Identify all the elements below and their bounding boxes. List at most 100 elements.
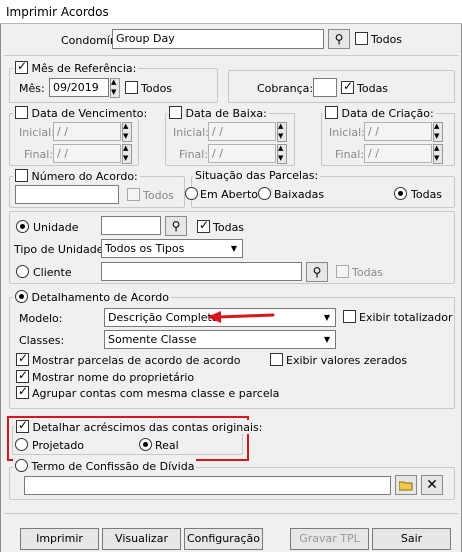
agrupar-checkbox[interactable] — [16, 384, 29, 399]
classes-value: Somente Classe — [108, 333, 197, 346]
numero-acordo-todos-checkbox[interactable] — [127, 188, 140, 201]
baixa-inicial-input[interactable]: / / — [208, 122, 276, 141]
criacao-final-input[interactable]: / / — [364, 144, 432, 163]
projetado-radio[interactable] — [15, 438, 28, 451]
gravar-tpl-button[interactable]: Gravar TPL — [290, 528, 369, 550]
baixa-checkbox[interactable] — [169, 106, 182, 119]
condominio-todos-label: Todos — [371, 33, 403, 46]
unidade-binoculars-icon[interactable]: ⚲ — [165, 216, 187, 236]
criacao-legend: Data de Criação: — [323, 106, 436, 120]
mes-input[interactable]: 09/2019 — [49, 78, 109, 97]
mes-todos-checkbox[interactable] — [125, 81, 138, 94]
real-radio[interactable] — [139, 438, 152, 451]
situacao-em-aberto-label: Em Aberto — [200, 188, 259, 201]
vencimento-final-input[interactable]: / / — [53, 144, 121, 163]
numero-acordo-input[interactable] — [15, 185, 119, 204]
cliente-todas-checkbox[interactable] — [336, 265, 349, 278]
mes-todos-label: Todos — [141, 82, 173, 95]
situacao-baixadas-label: Baixadas — [274, 188, 325, 201]
mostrar-parcelas-checkbox[interactable] — [16, 351, 29, 366]
exibir-zerados-checkbox[interactable] — [270, 353, 283, 366]
cliente-input[interactable] — [101, 262, 302, 281]
detalhamento-label: Detalhamento de Acordo — [31, 291, 169, 304]
real-label: Real — [155, 439, 179, 452]
baixa-label: Data de Baixa: — [185, 107, 267, 120]
vencimento-legend: Data de Vencimento: — [13, 106, 150, 120]
mes-referencia-label: Mês de Referência: — [31, 62, 137, 75]
criacao-inicial-label: Inicial: — [329, 126, 365, 139]
detalhamento-radio[interactable] — [15, 290, 28, 303]
mostrar-nome-label: Mostrar nome do proprietário — [32, 371, 195, 384]
termo-path-input[interactable] — [24, 476, 391, 495]
termo-legend: Termo de Confissão de Dívida — [13, 459, 197, 473]
unidade-input[interactable] — [101, 216, 161, 235]
window-title: Imprimir Acordos — [6, 5, 109, 19]
numero-acordo-todos-label: Todos — [143, 189, 175, 202]
situacao-baixadas-radio[interactable] — [258, 187, 271, 200]
baixa-inicial-spinner[interactable] — [277, 122, 287, 142]
mes-referencia-legend: Mês de Referência: — [13, 59, 139, 75]
baixa-inicial-label: Inicial: — [173, 126, 209, 139]
folder-icon[interactable] — [395, 475, 417, 495]
cliente-binoculars-icon[interactable]: ⚲ — [306, 262, 328, 282]
mes-referencia-checkbox[interactable] — [15, 59, 28, 74]
visualizar-button[interactable]: Visualizar — [102, 528, 181, 550]
situacao-legend: Situação das Parcelas: — [193, 169, 321, 182]
chevron-down-icon: ▼ — [230, 244, 238, 253]
acrescimos-checkbox[interactable] — [16, 418, 29, 433]
termo-radio[interactable] — [15, 459, 28, 472]
exibir-totalizador-label: Exibir totalizador — [359, 311, 453, 324]
exibir-zerados-label: Exibir valores zerados — [286, 354, 408, 367]
agrupar-label: Agrupar contas com mesma classe e parcel… — [32, 387, 280, 400]
modelo-value: Descrição Completa — [108, 311, 219, 324]
unidade-radio[interactable] — [16, 220, 29, 233]
criacao-inicial-input[interactable]: / / — [364, 122, 432, 141]
imprimir-button[interactable]: Imprimir — [20, 528, 99, 550]
cobranca-todas-label: Todas — [357, 82, 389, 95]
divider — [4, 55, 458, 56]
condominio-todos-checkbox[interactable] — [355, 32, 368, 45]
criacao-final-spinner[interactable] — [433, 144, 443, 164]
situacao-todas-label: Todas — [411, 188, 443, 201]
baixa-legend: Data de Baixa: — [167, 106, 269, 120]
situacao-em-aberto-radio[interactable] — [185, 187, 198, 200]
criacao-checkbox[interactable] — [325, 106, 338, 119]
criacao-label: Data de Criação: — [341, 107, 434, 120]
acrescimos-label: Detalhar acréscimos das contas originais… — [32, 421, 263, 434]
vencimento-checkbox[interactable] — [15, 106, 28, 119]
close-icon[interactable]: ✕ — [421, 475, 443, 495]
classes-label: Classes: — [19, 334, 65, 347]
divider — [4, 513, 458, 514]
unidade-todas-checkbox[interactable] — [197, 218, 210, 233]
baixa-final-input[interactable]: / / — [208, 144, 276, 163]
classes-select[interactable]: Somente Classe ▼ — [104, 330, 336, 349]
tipo-unidade-value: Todos os Tipos — [105, 242, 185, 255]
cliente-label: Cliente — [33, 266, 72, 279]
chevron-down-icon: ▼ — [323, 313, 331, 322]
condominio-input[interactable]: Group Day — [112, 29, 324, 49]
situacao-todas-radio[interactable] — [394, 187, 407, 200]
tipo-unidade-select[interactable]: Todos os Tipos ▼ — [101, 239, 243, 258]
mes-spinner[interactable] — [110, 78, 120, 98]
cobranca-todas-checkbox[interactable] — [341, 79, 354, 94]
cobranca-input[interactable] — [313, 78, 337, 97]
criacao-inicial-spinner[interactable] — [433, 122, 443, 142]
binoculars-icon[interactable]: ⚲ — [328, 29, 350, 49]
termo-label: Termo de Confissão de Dívida — [31, 460, 195, 473]
sair-button[interactable]: Sair — [372, 528, 451, 550]
numero-acordo-checkbox[interactable] — [15, 169, 28, 182]
vencimento-inicial-input[interactable]: / / — [53, 122, 121, 141]
tipo-unidade-label: Tipo de Unidade: — [14, 243, 108, 256]
mostrar-nome-checkbox[interactable] — [16, 368, 29, 383]
configuracao-button[interactable]: Configuração — [184, 528, 263, 550]
modelo-label: Modelo: — [19, 312, 63, 325]
baixa-final-label: Final: — [179, 148, 209, 161]
exibir-totalizador-checkbox[interactable] — [343, 310, 356, 323]
vencimento-inicial-spinner[interactable] — [122, 122, 132, 142]
vencimento-label: Data de Vencimento: — [31, 107, 148, 120]
projetado-label: Projetado — [32, 439, 85, 452]
vencimento-final-spinner[interactable] — [122, 144, 132, 164]
cliente-radio[interactable] — [16, 265, 29, 278]
baixa-final-spinner[interactable] — [277, 144, 287, 164]
numero-acordo-label: Número do Acordo: — [31, 170, 138, 183]
